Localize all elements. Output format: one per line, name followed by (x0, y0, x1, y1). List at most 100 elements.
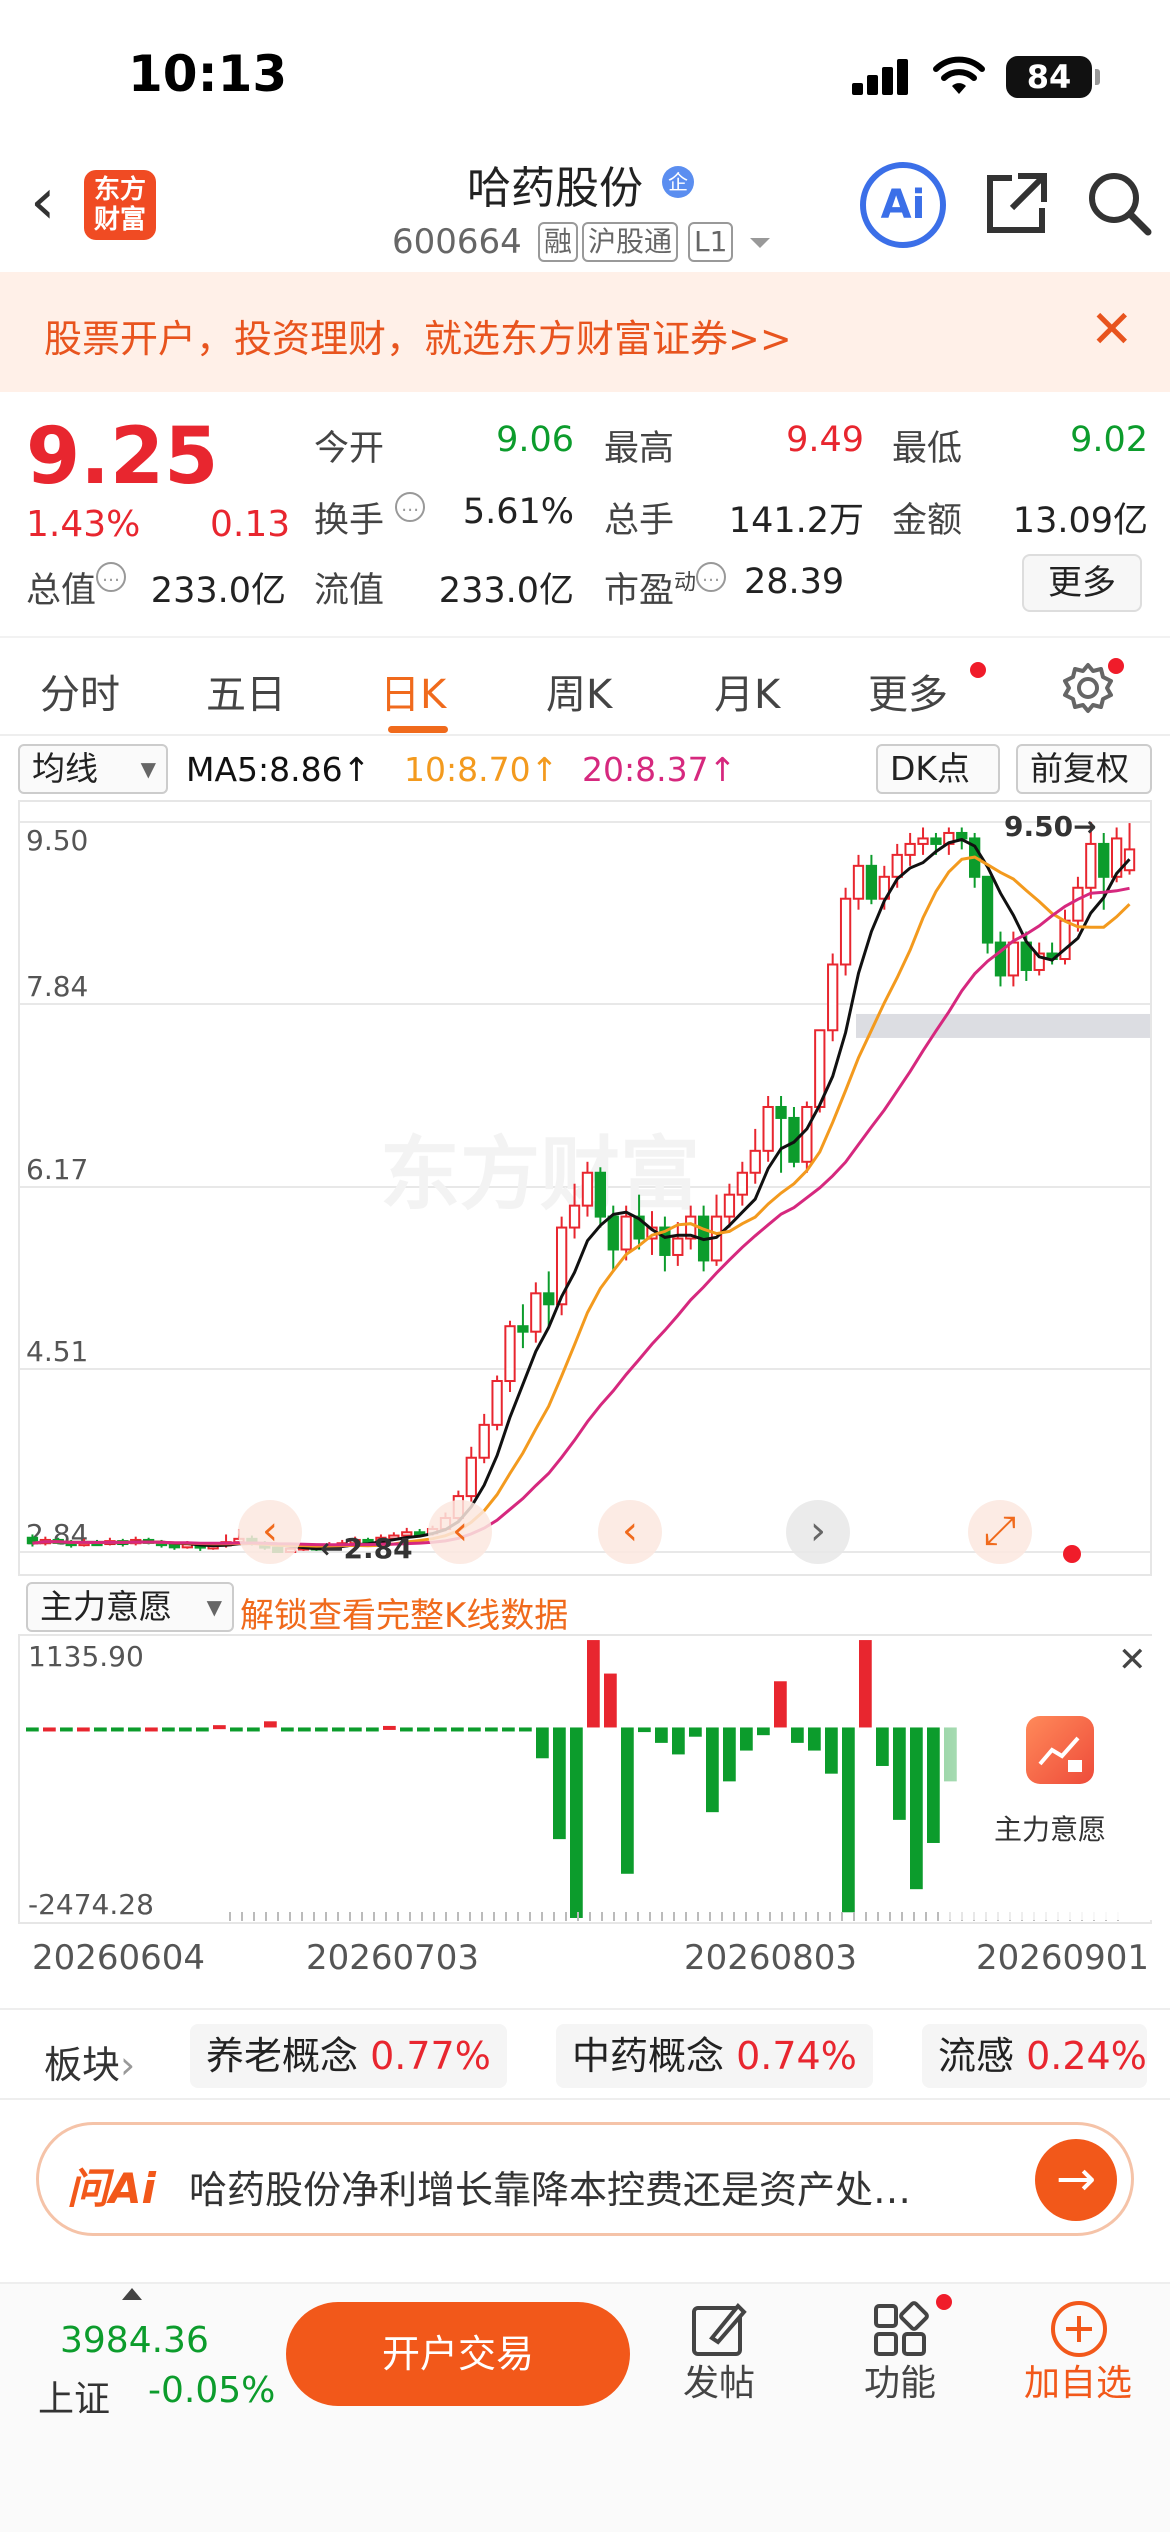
indicator-bar (349, 1727, 362, 1732)
index-name[interactable]: 上证 (38, 2370, 110, 2422)
indicator-bar (553, 1727, 566, 1840)
chevron-down-icon[interactable] (750, 238, 770, 248)
date-label: 20260803 (684, 1938, 858, 1978)
notification-dot (970, 662, 986, 678)
candle-body (1085, 842, 1097, 889)
turnover-label: 换手 … (314, 492, 426, 543)
sector-pct: 0.74% (736, 2034, 857, 2078)
indicator-bar (145, 1727, 158, 1732)
more-button[interactable]: 更多 (1022, 554, 1142, 612)
candle-body (749, 1149, 761, 1174)
clock: 10:13 (128, 45, 288, 103)
tab-five-day[interactable]: 五日 (206, 662, 286, 720)
kline-svg[interactable]: 9.507.846.174.512.84东方财富9.50→←2.84‹ ‹ ‹ › ⤢ (20, 802, 1150, 1574)
indicator-bar (536, 1727, 549, 1759)
back-button[interactable]: ‹ (30, 170, 56, 234)
ma20-value: 20:8.37↑ (582, 750, 737, 789)
candle-body (568, 1204, 581, 1229)
ask-ai-bar[interactable]: 问Ai 哈药股份净利增长靠降本控费还是资产处… → (36, 2122, 1134, 2236)
indicator-bar (519, 1727, 532, 1732)
open-account-button[interactable]: 开户交易 (286, 2302, 630, 2406)
nav-right-icon[interactable]: › (810, 1508, 826, 1554)
indicator-bar (264, 1721, 277, 1728)
promo-banner[interactable]: 股票开户，投资理财，就选东方财富证券>> ✕ (0, 272, 1170, 392)
current-price: 9.25 (26, 412, 219, 502)
tab-daily-k[interactable]: 日K (380, 662, 446, 720)
kline-chart[interactable]: 9.50 7.84 6.17 4.51 2.84 东方财富 9.50→ ←2.84 ‹ ‹ ‹ › ⤢ (18, 800, 1152, 1576)
pe-value: 28.39 (744, 562, 845, 602)
sector-chip[interactable]: 流感 0.24% (922, 2024, 1147, 2088)
post-label[interactable]: 发帖 (659, 2354, 779, 2406)
pe-sup: 动 (674, 570, 697, 596)
indicator-bar (230, 1727, 243, 1732)
sector-chip[interactable]: 中药概念 0.74% (556, 2024, 873, 2088)
info-icon[interactable]: … (696, 562, 727, 592)
share-icon[interactable] (984, 170, 1050, 236)
edit-icon[interactable] (688, 2298, 750, 2360)
wifi-icon (933, 56, 985, 94)
battery-icon: 84 (1006, 56, 1100, 98)
open-label: 今开 (314, 429, 385, 469)
nav-left-icon[interactable]: ‹ (452, 1508, 468, 1554)
index-change[interactable]: -0.05% (148, 2370, 275, 2411)
close-icon[interactable]: ✕ (1090, 300, 1134, 360)
quote-panel: 9.25 1.43% 0.13 今开 9.06 最高 9.49 最低 9.02 … (0, 392, 1170, 632)
indicator-bar (587, 1640, 600, 1728)
indicator-bar (451, 1727, 464, 1732)
ai-question[interactable]: 哈药股份净利增长靠降本控费还是资产处… (189, 2159, 911, 2214)
info-icon[interactable]: … (395, 492, 426, 522)
tab-monthly-k[interactable]: 月K (714, 662, 780, 720)
indicator-bar (893, 1727, 906, 1820)
functions-label[interactable]: 功能 (840, 2354, 960, 2406)
indicator-bar (434, 1727, 447, 1732)
sector-label[interactable]: 板块› (44, 2034, 135, 2089)
info-icon[interactable]: … (96, 562, 127, 592)
ai-button[interactable]: Ai (860, 162, 946, 248)
pe-label: 市盈动… (604, 562, 727, 613)
dk-point-button[interactable]: DK点 (876, 744, 1000, 794)
candle-body (478, 1423, 490, 1459)
expand-icon[interactable]: ⤢ (984, 1508, 1016, 1554)
volume-value: 141.2万 (728, 501, 864, 541)
tab-more[interactable]: 更多 (868, 662, 948, 720)
date-label: 20260703 (306, 1938, 480, 1978)
close-icon[interactable]: ✕ (1118, 1640, 1147, 1680)
tab-weekly-k[interactable]: 周K (546, 662, 612, 720)
lower-indicator-select[interactable]: 主力意愿 ▼ (26, 1582, 234, 1632)
candle-body (491, 1380, 503, 1426)
caret-up-icon[interactable] (122, 2288, 142, 2300)
candle-body (1072, 886, 1084, 922)
candle-body (465, 1456, 477, 1498)
adjust-button[interactable]: 前复权 (1016, 744, 1152, 794)
mktcap-label-text: 总值 (26, 571, 97, 611)
candle-body (839, 897, 852, 966)
indicator-bar (910, 1727, 923, 1890)
feature-overlay[interactable]: ✕ 主力意愿 (942, 1636, 1152, 1920)
promo-text[interactable]: 股票开户，投资理财，就选东方财富证券>> (44, 308, 792, 363)
indicator-bar (927, 1727, 940, 1843)
notification-dot (936, 2294, 952, 2310)
plus-circle-icon[interactable] (1048, 2298, 1110, 2360)
indicator-bar (162, 1727, 175, 1732)
indicator-bar (485, 1727, 498, 1732)
indicator-select-label: 均线 (32, 749, 98, 788)
indicator-select[interactable]: 均线 ▼ (18, 744, 168, 794)
indicator-bar (468, 1727, 481, 1732)
add-watch-label[interactable]: 加自选 (1018, 2354, 1138, 2406)
candle-body (891, 853, 903, 878)
grid-icon[interactable] (870, 2300, 930, 2360)
nav-left-icon[interactable]: ‹ (262, 1508, 278, 1554)
search-icon[interactable] (1084, 168, 1154, 238)
candle-body (1098, 842, 1110, 878)
app-logo: 东方财富 (84, 170, 156, 240)
index-value[interactable]: 3984.36 (60, 2320, 209, 2361)
tab-intraday[interactable]: 分时 (40, 662, 120, 720)
sector-chip[interactable]: 养老概念 0.77% (190, 2024, 507, 2088)
indicator-bar (366, 1727, 379, 1732)
arrow-right-icon[interactable]: → (1035, 2139, 1117, 2221)
nav-left-icon[interactable]: ‹ (622, 1508, 638, 1554)
unlock-link[interactable]: 解锁查看完整K线数据 (240, 1588, 568, 1637)
candle-body (736, 1171, 748, 1196)
chevron-right-icon: › (120, 2043, 136, 2087)
chart-lock-icon[interactable] (1026, 1716, 1094, 1784)
